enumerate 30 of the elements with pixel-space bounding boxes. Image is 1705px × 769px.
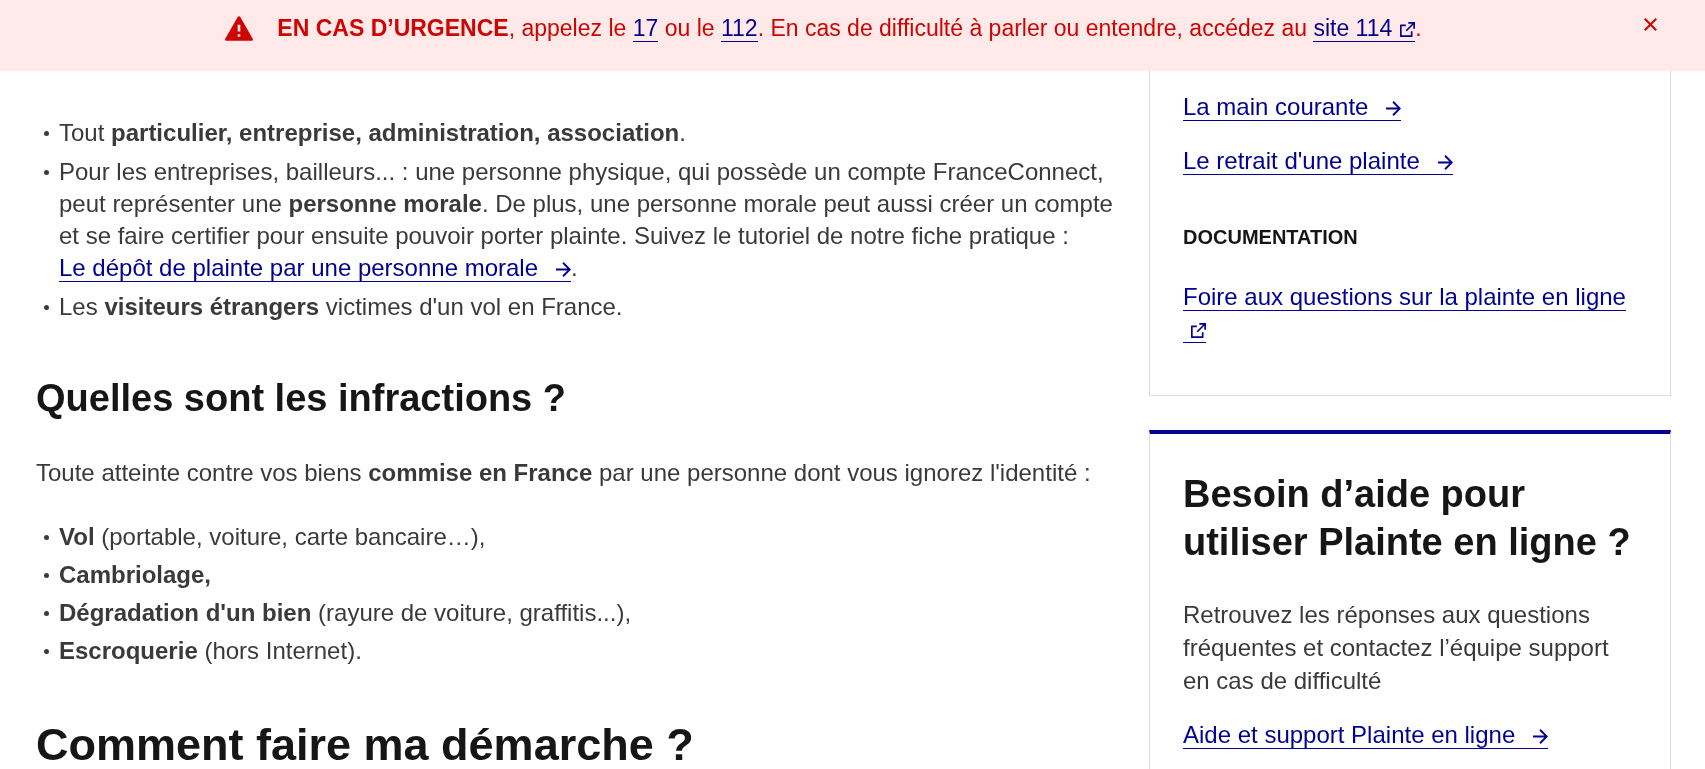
help-card-title: Besoin d’aide pour utiliser Plainte en ligne ?	[1183, 472, 1632, 565]
section-heading: Comment faire ma démarche ?	[36, 721, 695, 769]
paragraph-text: Toute atteinte contre vos biens commise en France par une personne dont vous ignorez l'identité :	[36, 458, 1092, 488]
list-item-text: Cambriolage,	[59, 560, 212, 590]
warning-icon	[225, 15, 254, 41]
section-label: DOCUMENTATION	[1183, 225, 1359, 249]
bullet-icon	[44, 649, 49, 654]
external-link-icon	[1400, 22, 1416, 37]
bullet-icon	[44, 305, 49, 310]
arrow-right-icon	[556, 262, 571, 277]
external-link-icon	[1191, 323, 1206, 338]
arrow-right-icon	[1386, 101, 1402, 116]
list-item-text: Vol (portable, voiture, carte bancaire…),	[59, 522, 486, 552]
list-item-text: Tout particulier, entreprise, administration, association.	[59, 118, 686, 148]
list-item-text: Escroquerie (hors Internet).	[59, 636, 362, 666]
section-heading: Quelles sont les infractions ?	[36, 376, 567, 420]
arrow-right-icon	[1437, 155, 1453, 170]
bullet-icon	[44, 573, 49, 578]
bullet-icon	[44, 535, 49, 540]
bullet-icon	[44, 131, 49, 136]
list-item-text: Pour les entreprises, bailleurs... : une personne physique, qui possède un compte FranceConnect, peut représenter une personne morale. De plus, une personne morale peut aussi créer un compte et se faire certifier pour ensuite pouvoir porter plainte. Suivez le tutoriel de notre fiche pratique : Le dépôt de plainte par une personne morale .	[59, 157, 1114, 284]
arrow-right-icon	[1533, 729, 1549, 744]
bullet-icon	[44, 170, 49, 175]
list-item-text: Les visiteurs étrangers victimes d'un vol en France.	[59, 292, 623, 322]
list-item-text: Dégradation d'un bien (rayure de voiture, graffitis...),	[59, 598, 632, 628]
inline-link[interactable]: site 114	[1313, 15, 1416, 42]
bullet-icon	[44, 611, 49, 616]
close-icon	[1644, 18, 1657, 31]
emergency-message: EN CAS D’URGENCE, appelez le 17 ou le 112. En cas de difficulté à parler ou entendre, accédez au site 114 .	[277, 14, 1422, 44]
help-card-text: Retrouvez les réponses aux questions fréquentes et contactez l’équipe support en cas de difficulté	[1183, 600, 1610, 696]
